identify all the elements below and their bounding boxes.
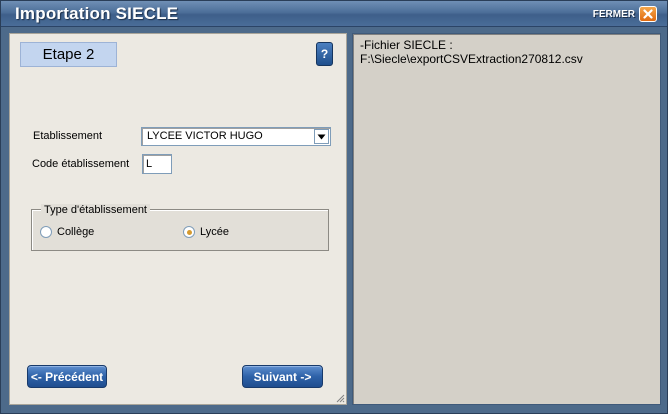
dropdown-button[interactable] bbox=[314, 129, 329, 144]
resize-grip-icon[interactable] bbox=[335, 393, 345, 403]
window-title: Importation SIECLE bbox=[15, 4, 179, 23]
radio-college-label[interactable]: Collège bbox=[57, 226, 94, 238]
chevron-down-icon bbox=[317, 134, 326, 139]
fichier-siecle-info: -Fichier SIECLE : F:\Siecle\exportCSVExt… bbox=[360, 38, 583, 66]
code-label: Code établissement bbox=[32, 158, 130, 170]
help-button[interactable]: ? bbox=[316, 42, 333, 66]
form-panel: Etape 2 ? Etablissement LYCEE VICTOR HUG… bbox=[9, 33, 347, 405]
step-label: Etape 2 bbox=[42, 46, 95, 63]
type-etablissement-legend: Type d'établissement bbox=[41, 204, 150, 216]
radio-college[interactable]: Collège bbox=[40, 226, 94, 238]
radio-lycee[interactable]: Lycée bbox=[183, 226, 229, 238]
import-window: Importation SIECLE FERMER Etape 2 ? Etab… bbox=[0, 0, 668, 414]
radio-lycee-circle[interactable] bbox=[183, 226, 195, 238]
radio-college-circle[interactable] bbox=[40, 226, 52, 238]
radio-selected-dot bbox=[186, 229, 192, 235]
etablissement-value: LYCEE VICTOR HUGO bbox=[147, 130, 263, 142]
radio-lycee-label[interactable]: Lycée bbox=[200, 226, 229, 238]
close-label[interactable]: FERMER bbox=[593, 9, 635, 20]
title-bar: Importation SIECLE FERMER bbox=[1, 1, 667, 27]
etablissement-select[interactable]: LYCEE VICTOR HUGO bbox=[141, 127, 331, 146]
previous-button[interactable]: <- Précédent bbox=[27, 365, 107, 388]
help-icon: ? bbox=[320, 47, 329, 61]
close-area[interactable]: FERMER bbox=[593, 5, 657, 23]
step-indicator: Etape 2 bbox=[20, 42, 117, 67]
close-button[interactable] bbox=[639, 6, 657, 22]
type-etablissement-group: Type d'établissement Collège Lycée bbox=[31, 204, 329, 251]
info-panel: -Fichier SIECLE : F:\Siecle\exportCSVExt… bbox=[352, 33, 661, 405]
close-icon bbox=[643, 9, 653, 19]
next-button[interactable]: Suivant -> bbox=[242, 365, 323, 388]
code-etablissement-field[interactable]: L bbox=[142, 154, 172, 174]
etablissement-label: Etablissement bbox=[33, 130, 103, 142]
